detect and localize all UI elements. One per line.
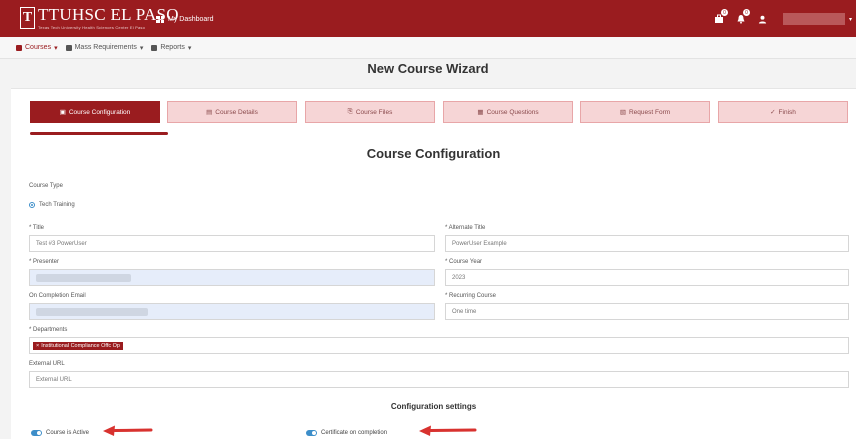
reports-icon bbox=[151, 44, 158, 51]
tasks-count-badge: 0 bbox=[720, 9, 728, 16]
menu-reports[interactable]: Reports ▾ bbox=[151, 44, 191, 52]
details-icon: ▤ bbox=[206, 109, 213, 116]
step-request-form[interactable]: ▧ Request Form bbox=[580, 101, 710, 123]
title-input-value: Test #3 PowerUser bbox=[36, 240, 87, 247]
department-tag-label: Institutional Compliance Offc Op bbox=[41, 342, 120, 349]
departments-input[interactable]: × Institutional Compliance Offc Op bbox=[29, 337, 849, 354]
presenter-input[interactable] bbox=[29, 269, 435, 286]
red-arrow-annotation-icon bbox=[419, 425, 477, 436]
notifications-count-badge: 0 bbox=[742, 9, 750, 16]
chevron-down-icon: ▾ bbox=[187, 44, 192, 52]
recurring-course-select[interactable]: One time bbox=[445, 303, 849, 320]
course-active-label: Course is Active bbox=[46, 430, 90, 436]
course-type-label: Course Type bbox=[29, 183, 63, 189]
step-label: Course Configuration bbox=[68, 108, 131, 116]
course-type-value: Tech Training bbox=[39, 202, 75, 208]
presenter-label: * Presenter bbox=[29, 259, 60, 265]
alternate-title-input-value: PowerUser Example bbox=[452, 240, 507, 247]
course-year-label: * Course Year bbox=[445, 259, 483, 265]
menu-courses[interactable]: Courses ▾ bbox=[16, 44, 58, 52]
my-dashboard-link[interactable]: My Dashboard bbox=[156, 16, 214, 23]
recurring-course-value: One time bbox=[452, 308, 477, 315]
dashboard-icon bbox=[156, 16, 164, 23]
step-label: Course Details bbox=[215, 108, 258, 116]
step-label: Request Form bbox=[628, 108, 671, 116]
tasks-button[interactable]: 0 bbox=[713, 9, 728, 25]
menu-courses-label: Courses bbox=[25, 44, 52, 51]
alternate-title-input[interactable]: PowerUser Example bbox=[445, 235, 849, 252]
departments-label: * Departments bbox=[29, 327, 68, 333]
main-menu: Courses ▾ Mass Requirements ▾ Reports ▾ bbox=[0, 37, 856, 59]
toggle-switch[interactable] bbox=[31, 430, 42, 436]
top-bar: T TTUHSC EL PASO Texas Tech University H… bbox=[0, 0, 856, 37]
step-finish[interactable]: ✓ Finish bbox=[718, 101, 848, 123]
my-dashboard-label: My Dashboard bbox=[168, 16, 214, 23]
course-type-tech-training-radio[interactable]: Tech Training bbox=[29, 202, 75, 208]
user-menu-button[interactable] bbox=[757, 13, 769, 25]
certificate-label: Certificate on completion bbox=[321, 430, 388, 436]
section-title: Course Configuration bbox=[366, 146, 501, 161]
configuration-icon: ▣ bbox=[59, 109, 66, 116]
completion-email-value-redacted bbox=[36, 307, 148, 316]
course-active-toggle[interactable]: Course is Active bbox=[31, 430, 89, 436]
files-icon: ⎘ bbox=[347, 108, 353, 115]
radio-icon bbox=[29, 202, 35, 208]
chevron-down-icon: ▾ bbox=[54, 44, 58, 52]
department-tag[interactable]: × Institutional Compliance Offc Op bbox=[33, 341, 123, 350]
menu-reports-label: Reports bbox=[160, 44, 185, 51]
wizard-card: ▣ Course Configuration ▤ Course Details … bbox=[11, 88, 856, 439]
user-icon bbox=[759, 15, 767, 24]
menu-mass-requirements[interactable]: Mass Requirements ▾ bbox=[65, 44, 144, 52]
wizard-progress-bar bbox=[30, 132, 168, 135]
certificate-toggle[interactable]: Certificate on completion bbox=[306, 430, 387, 436]
step-label: Course Files bbox=[355, 108, 393, 116]
step-label: Course Questions bbox=[486, 108, 539, 116]
completion-email-input[interactable] bbox=[29, 303, 435, 320]
step-course-questions[interactable]: ▦ Course Questions bbox=[443, 101, 573, 123]
chevron-down-icon: ▾ bbox=[139, 44, 144, 52]
form-icon: ▧ bbox=[619, 109, 626, 116]
red-arrow-annotation-icon bbox=[103, 425, 153, 436]
page-title: New Course Wizard bbox=[367, 61, 489, 76]
step-course-details[interactable]: ▤ Course Details bbox=[167, 101, 297, 123]
courses-icon bbox=[16, 44, 22, 51]
external-url-input[interactable]: External URL bbox=[29, 371, 849, 388]
top-right-controls: 0 0 ▾ bbox=[713, 9, 856, 28]
menu-mass-requirements-label: Mass Requirements bbox=[74, 44, 137, 51]
step-course-configuration[interactable]: ▣ Course Configuration bbox=[30, 101, 160, 123]
recurring-course-label: * Recurring Course bbox=[445, 293, 497, 299]
logo-icon[interactable]: T bbox=[20, 7, 35, 29]
user-name[interactable] bbox=[782, 13, 845, 25]
brand-subtitle: Texas Tech University Health Sciences Ce… bbox=[38, 25, 146, 30]
course-year-value: 2023 bbox=[452, 274, 466, 281]
external-url-label: External URL bbox=[29, 361, 65, 367]
step-course-files[interactable]: ⎘ Course Files bbox=[305, 101, 435, 123]
check-icon: ✓ bbox=[770, 109, 776, 116]
alternate-title-label: * Alternate Title bbox=[445, 225, 486, 231]
title-label: * Title bbox=[29, 225, 45, 231]
toggle-switch[interactable] bbox=[306, 430, 317, 436]
tag-remove-icon[interactable]: × bbox=[36, 343, 39, 349]
completion-email-label: On Completion Email bbox=[29, 293, 86, 299]
external-url-placeholder: External URL bbox=[36, 376, 72, 383]
configuration-settings-title: Configuration settings bbox=[390, 402, 477, 411]
course-year-input[interactable]: 2023 bbox=[445, 269, 849, 286]
requirements-icon bbox=[65, 44, 72, 51]
title-input[interactable]: Test #3 PowerUser bbox=[29, 235, 435, 252]
step-label: Finish bbox=[778, 108, 796, 116]
presenter-value-redacted bbox=[36, 273, 131, 282]
chevron-down-icon[interactable]: ▾ bbox=[849, 16, 852, 23]
questions-icon: ▦ bbox=[477, 109, 484, 116]
notifications-button[interactable]: 0 bbox=[735, 9, 750, 25]
